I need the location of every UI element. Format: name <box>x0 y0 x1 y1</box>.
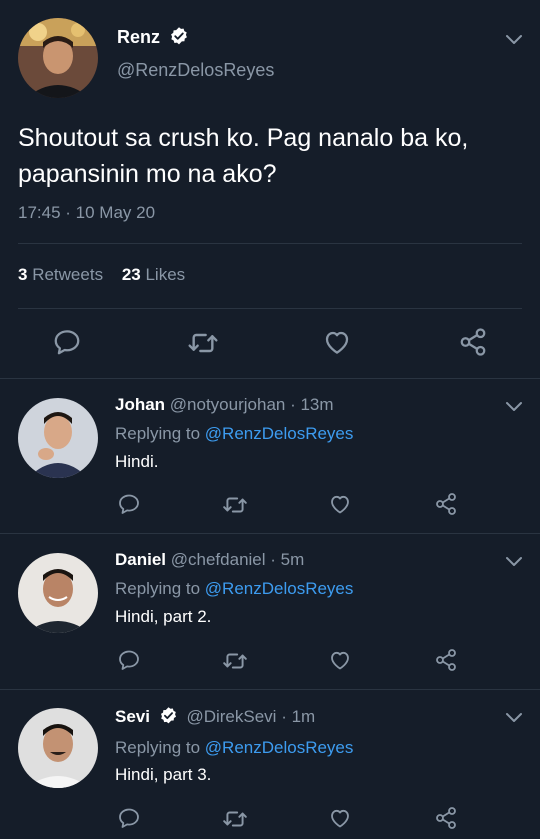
share-icon[interactable] <box>458 327 488 357</box>
avatar-sevi[interactable] <box>18 708 98 788</box>
divider <box>0 533 540 534</box>
like-count-link[interactable]: 23 Likes <box>122 265 185 284</box>
retweet-icon[interactable] <box>187 327 219 359</box>
divider <box>0 378 540 379</box>
reply-author-name[interactable]: Johan <box>115 395 165 414</box>
retweet-count: 3 <box>18 265 28 284</box>
heart-icon[interactable] <box>328 648 352 672</box>
replying-to-link[interactable]: @RenzDelosReyes <box>205 424 354 443</box>
reply-author-handle[interactable]: @DirekSevi <box>186 707 276 726</box>
engagement-stats: 3 Retweets 23 Likes <box>18 265 185 285</box>
avatar-renz[interactable] <box>18 18 98 98</box>
reply-author-handle[interactable]: @chefdaniel <box>171 550 266 569</box>
replying-to-label: Replying to <box>115 424 201 443</box>
reply-icon[interactable] <box>52 327 82 357</box>
reply-time: · 13m <box>290 395 334 414</box>
reply-text: Hindi. <box>115 452 159 471</box>
retweet-icon[interactable] <box>222 806 248 832</box>
reply-time: · 1m <box>281 707 316 726</box>
divider <box>18 308 522 309</box>
reply-text: Hindi, part 3. <box>115 765 212 784</box>
retweet-count-link[interactable]: 3 Retweets <box>18 265 108 284</box>
reply-icon[interactable] <box>117 492 141 516</box>
chevron-down-icon[interactable] <box>505 712 523 724</box>
reply-text: Hindi, part 2. <box>115 607 212 626</box>
replying-to-label: Replying to <box>115 579 201 598</box>
reply-author-name[interactable]: Daniel <box>115 550 166 569</box>
share-icon[interactable] <box>434 492 458 516</box>
reply-icon[interactable] <box>117 648 141 672</box>
heart-icon[interactable] <box>328 806 352 830</box>
verified-badge-icon <box>159 706 178 725</box>
like-count: 23 <box>121 265 141 284</box>
reply-author-handle[interactable]: @notyourjohan <box>170 395 286 414</box>
chevron-down-icon[interactable] <box>505 34 523 46</box>
like-label: Likes <box>145 265 186 284</box>
tweet-timestamp: 17:45 · 10 May 20 <box>18 203 156 222</box>
retweet-icon[interactable] <box>222 492 248 518</box>
reply-time: · 5m <box>270 550 305 569</box>
reply-icon[interactable] <box>117 806 141 830</box>
share-icon[interactable] <box>434 806 458 830</box>
replying-to-label: Replying to <box>115 738 201 757</box>
share-icon[interactable] <box>434 648 458 672</box>
chevron-down-icon[interactable] <box>505 556 523 568</box>
replying-to-link[interactable]: @RenzDelosReyes <box>205 738 354 757</box>
avatar-daniel[interactable] <box>18 553 98 633</box>
replying-to-link[interactable]: @RenzDelosReyes <box>205 579 354 598</box>
author-handle[interactable]: @RenzDelosReyes <box>117 60 274 81</box>
retweet-label: Retweets <box>32 265 104 284</box>
reply-author-name[interactable]: Sevi <box>115 707 150 726</box>
tweet-text: Shoutout sa crush ko. Pag nanalo ba ko, … <box>18 124 469 188</box>
verified-badge-icon <box>169 26 189 46</box>
author-name[interactable]: Renz <box>117 27 160 47</box>
divider <box>18 243 522 244</box>
retweet-icon[interactable] <box>222 648 248 674</box>
divider <box>0 689 540 690</box>
avatar-johan[interactable] <box>18 398 98 478</box>
heart-icon[interactable] <box>322 327 352 357</box>
chevron-down-icon[interactable] <box>505 401 523 413</box>
heart-icon[interactable] <box>328 492 352 516</box>
